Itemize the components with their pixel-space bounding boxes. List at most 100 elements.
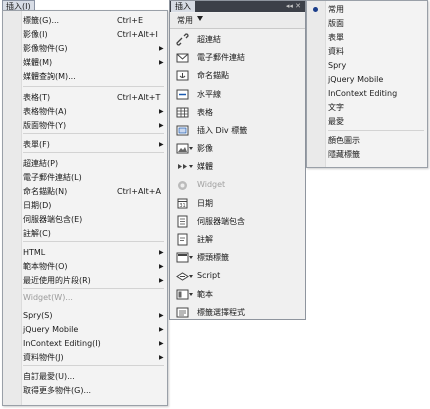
submenu-arrow-icon: ▶ — [159, 312, 164, 319]
insert-panel-item-label: 範本 — [197, 289, 213, 299]
menu-item[interactable]: 表格(T) Ctrl+Alt+T — [3, 91, 167, 104]
dropdown-arrow-icon[interactable] — [189, 165, 193, 169]
category-menu-item[interactable]: 文字 — [307, 101, 427, 114]
menu-item[interactable]: InContext Editing(I) ▶ — [3, 337, 167, 350]
insert-panel-item[interactable]: 表格 — [170, 104, 305, 122]
head-tag-icon — [176, 252, 189, 263]
menu-item-label: 媒體(M) — [23, 58, 53, 67]
insert-panel: 插入 ◂◂ ✕ 常用 超連結 電子郵件連結 命名錨點水平線表格 插入 Div 標籤影像… — [169, 0, 306, 320]
dropdown-arrow-icon[interactable] — [189, 256, 193, 260]
menu-item[interactable]: 影像物件(G) ▶ — [3, 42, 167, 55]
menu-item-label: 超連結(P) — [23, 159, 59, 168]
insert-panel-item[interactable]: 註解 — [170, 231, 305, 249]
category-menu-item[interactable]: 表單 — [307, 31, 427, 44]
insert-panel-item[interactable]: 伺服器端包含 — [170, 213, 305, 231]
media-icon — [178, 164, 187, 170]
category-menu-item[interactable]: 顏色圖示 — [307, 134, 427, 147]
menu-item[interactable]: 表單(F) ▶ — [3, 138, 167, 151]
menu-item-label: 註解(C) — [23, 229, 51, 238]
menu-item[interactable]: Spry(S) ▶ — [3, 309, 167, 322]
template-icon — [176, 289, 189, 300]
menu-item-label: 媒體查詢(M)... — [23, 72, 76, 81]
insert-panel-item[interactable]: 31 日期 — [170, 195, 305, 213]
dropdown-arrow-icon[interactable] — [189, 147, 193, 151]
category-menu-item[interactable]: 版面 — [307, 17, 427, 30]
menu-item[interactable]: 命名錨點(N) Ctrl+Alt+A — [3, 185, 167, 198]
category-menu-item[interactable]: 資料 — [307, 45, 427, 58]
category-menu-item[interactable]: 隱藏標籤 — [307, 148, 427, 161]
menu-item[interactable]: 表格物件(A) ▶ — [3, 105, 167, 118]
insert-menu: 標籤(G)... Ctrl+E 影像(I) Ctrl+Alt+I 影像物件(G) ▶ 媒體(… — [2, 10, 168, 406]
menu-item[interactable]: 媒體查詢(M)... — [3, 70, 167, 83]
submenu-arrow-icon: ▶ — [159, 340, 164, 347]
menu-item[interactable]: HTML ▶ — [3, 246, 167, 259]
menu-item[interactable]: 自訂最愛(U)... — [3, 370, 167, 383]
insert-panel-item[interactable]: 標籤選擇程式 — [170, 304, 305, 322]
anchor-icon — [176, 70, 189, 81]
insert-panel-item[interactable]: 媒體 — [170, 158, 305, 176]
chevron-down-icon — [197, 16, 203, 21]
menu-item[interactable]: jQuery Mobile ▶ — [3, 323, 167, 336]
insert-panel-item[interactable]: 命名錨點 — [170, 67, 305, 85]
hyperlink-icon — [176, 33, 189, 46]
category-menu-item-label: Spry — [328, 61, 347, 70]
table-icon — [176, 107, 189, 118]
date-icon: 31 — [177, 198, 188, 209]
insert-panel-item[interactable]: 插入 Div 標籤 — [170, 122, 305, 140]
insert-panel-item-label: 影像 — [197, 144, 213, 154]
panel-controls[interactable]: ◂◂ ✕ — [286, 2, 301, 11]
insert-panel-item[interactable]: 超連結 — [170, 31, 305, 49]
menu-item[interactable]: 影像(I) Ctrl+Alt+I — [3, 28, 167, 41]
insert-panel-item[interactable]: 影像 — [170, 140, 305, 158]
menu-item[interactable]: 標籤(G)... Ctrl+E — [3, 14, 167, 27]
menu-item[interactable]: 伺服器端包含(E) — [3, 213, 167, 226]
submenu-arrow-icon: ▶ — [159, 45, 164, 52]
menu-item[interactable]: 最近使用的片段(R) ▶ — [3, 274, 167, 287]
menu-item[interactable]: Widget(W)... — [3, 291, 167, 304]
category-menu-item-label: InContext Editing — [328, 89, 398, 98]
insert-panel-item[interactable]: Widget — [170, 177, 305, 195]
menu-item[interactable]: 媒體(M) ▶ — [3, 56, 167, 69]
insert-panel-item-label: 標籤選擇程式 — [197, 308, 245, 317]
category-menu-item[interactable]: 最愛 — [307, 115, 427, 128]
menu-item-label: 命名錨點(N) — [23, 187, 68, 196]
menu-separator — [23, 365, 164, 366]
category-menu-item-label: 顏色圖示 — [328, 136, 360, 145]
category-menu-item-label: 資料 — [328, 47, 344, 56]
submenu-arrow-icon: ▶ — [159, 122, 164, 129]
category-selector[interactable]: 常用 — [170, 13, 305, 29]
insert-panel-item[interactable]: 標頭標籤 — [170, 249, 305, 267]
menu-separator — [23, 241, 164, 242]
comment-icon — [177, 233, 188, 246]
menu-item[interactable]: 資料物件(J) ▶ — [3, 351, 167, 364]
panel-header: 插入 ◂◂ ✕ — [170, 1, 305, 12]
insert-panel-item[interactable]: 範本 — [170, 286, 305, 304]
insert-panel-item[interactable]: 水平線 — [170, 86, 305, 104]
category-menu-item[interactable]: jQuery Mobile — [307, 73, 427, 86]
menu-item-label: 自訂最愛(U)... — [23, 372, 75, 381]
submenu-arrow-icon: ▶ — [159, 141, 164, 148]
menu-item[interactable]: 註解(C) — [3, 227, 167, 240]
menu-item-shortcut: Ctrl+Alt+I — [117, 30, 158, 39]
menu-item-label: 標籤(G)... — [23, 16, 60, 25]
menu-item[interactable]: 範本物件(O) ▶ — [3, 260, 167, 273]
dropdown-arrow-icon[interactable] — [189, 274, 193, 278]
menu-item[interactable]: 電子郵件連結(L) — [3, 171, 167, 184]
menu-item[interactable]: 取得更多物件(G)... — [3, 384, 167, 397]
insert-panel-item-label: Widget — [197, 179, 226, 189]
category-menu-item[interactable]: InContext Editing — [307, 87, 427, 100]
insert-panel-tab[interactable]: 插入 — [171, 1, 195, 12]
insert-panel-item[interactable]: 電子郵件連結 — [170, 49, 305, 67]
dropdown-arrow-icon[interactable] — [189, 292, 193, 296]
menu-item[interactable]: 日期(D) — [3, 199, 167, 212]
category-menu-item[interactable]: 常用 — [307, 3, 427, 16]
insert-panel-item[interactable]: Script — [170, 268, 305, 286]
menu-item[interactable]: 超連結(P) — [3, 157, 167, 170]
widget-icon — [178, 180, 187, 190]
category-menu-item[interactable]: Spry — [307, 59, 427, 72]
email-icon — [176, 53, 189, 63]
insert-panel-item-label: 伺服器端包含 — [197, 217, 245, 226]
insert-panel-item-label: 水平線 — [197, 89, 221, 99]
menu-item[interactable]: 版面物件(Y) ▶ — [3, 119, 167, 132]
menu-item-label: 電子郵件連結(L) — [23, 173, 82, 182]
